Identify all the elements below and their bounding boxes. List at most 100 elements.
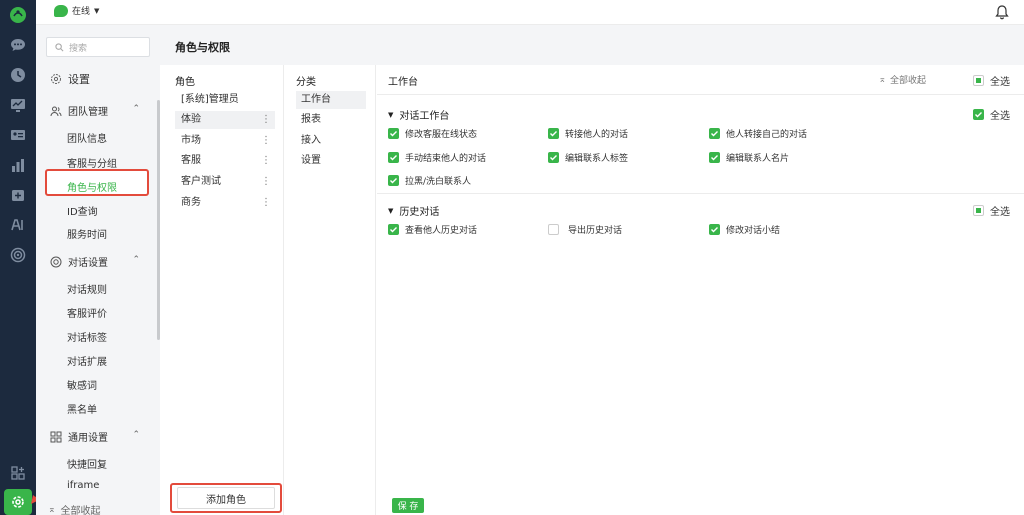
main-area: 角色与权限 角色 [系统]管理员 体验 ⋮ 市场 ⋮ 客服 ⋮ 客户测试 ⋮ 商务 ⋮ 添… — [160, 25, 1024, 515]
caret-down-icon: ▼ — [94, 6, 100, 15]
section-select-all[interactable]: 全选 — [973, 107, 1010, 122]
more-vertical-icon[interactable]: ⋮ — [261, 111, 271, 129]
bell-icon[interactable] — [994, 4, 1010, 20]
menu-item-roles-permissions[interactable]: 角色与权限 — [67, 179, 117, 194]
menu-item-iframe[interactable]: iframe — [67, 480, 99, 491]
group-team-management[interactable]: 团队管理 ⌃ — [50, 103, 140, 118]
option-checkbox[interactable] — [548, 152, 559, 163]
chat-icon[interactable] — [9, 36, 27, 54]
role-item[interactable]: 市场 ⋮ — [175, 132, 275, 150]
option-checkbox[interactable] — [388, 224, 399, 235]
category-workbench[interactable]: 工作台 — [296, 91, 366, 109]
menu-item-sensitive-words[interactable]: 敏感词 — [67, 377, 97, 392]
contact-card-icon[interactable] — [9, 126, 27, 144]
collapse-all-label: 全部收起 — [889, 76, 926, 86]
save-button[interactable]: 保 存 — [392, 498, 424, 513]
option-checkbox[interactable] — [548, 224, 559, 235]
permission-option[interactable]: 手动结束他人的对话 — [388, 151, 486, 164]
option-checkbox[interactable] — [709, 224, 720, 235]
menu-item-blacklist[interactable]: 黑名单 — [67, 401, 97, 416]
section-select-all[interactable]: 全选 — [973, 203, 1010, 218]
chevron-up-icon: ⌃ — [132, 430, 140, 440]
save-bar: 保 存 — [376, 495, 1024, 515]
role-label: 市场 — [181, 135, 201, 146]
history-icon[interactable] — [9, 66, 27, 84]
group-general-settings[interactable]: 通用设置 ⌃ — [50, 429, 140, 444]
ai-icon[interactable] — [9, 216, 27, 234]
add-role-button[interactable]: 添加角色 — [177, 487, 275, 509]
permission-option[interactable]: 修改对话小结 — [709, 223, 780, 236]
menu-item-quick-replies[interactable]: 快捷回复 — [67, 456, 107, 471]
apps-icon[interactable] — [9, 464, 27, 482]
logo-icon — [9, 6, 27, 24]
select-all-top[interactable]: 全选 — [973, 73, 1010, 88]
top-bar: 在线 ▼ — [36, 0, 1024, 25]
page-title: 角色与权限 — [175, 41, 230, 54]
online-status[interactable]: 在线 ▼ — [54, 4, 99, 17]
settings-title: 设置 — [50, 71, 90, 87]
option-checkbox[interactable] — [548, 128, 559, 139]
option-checkbox[interactable] — [709, 128, 720, 139]
settings-title-label: 设置 — [68, 73, 90, 86]
roles-header: 角色 — [175, 77, 195, 88]
permission-option[interactable]: 他人转接自己的对话 — [709, 127, 807, 140]
option-checkbox[interactable] — [388, 152, 399, 163]
more-vertical-icon[interactable]: ⋮ — [261, 194, 271, 212]
more-vertical-icon[interactable]: ⋮ — [261, 132, 271, 150]
more-vertical-icon[interactable]: ⋮ — [261, 173, 271, 191]
option-checkbox[interactable] — [709, 152, 720, 163]
monitor-icon[interactable] — [9, 96, 27, 114]
search-input[interactable]: 搜索 — [46, 37, 150, 57]
more-vertical-icon[interactable]: ⋮ — [261, 152, 271, 170]
add-note-icon[interactable] — [9, 186, 27, 204]
add-role-highlight: 添加角色 — [170, 483, 282, 513]
collapse-all-menu[interactable]: ⌅ 全部收起 — [48, 502, 101, 515]
role-item[interactable]: 商务 ⋮ — [175, 194, 275, 212]
menu-item-agents-groups[interactable]: 客服与分组 — [67, 155, 117, 170]
group-label: 通用设置 — [68, 433, 108, 444]
group-conversation-settings[interactable]: 对话设置 ⌃ — [50, 254, 140, 269]
menu-item-conversation-ext[interactable]: 对话扩展 — [67, 353, 107, 368]
collapse-all-button[interactable]: ⌅ 全部收起 — [878, 73, 926, 87]
section-select-all-checkbox[interactable] — [973, 109, 984, 120]
permission-option[interactable]: 编辑联系人名片 — [709, 151, 789, 164]
report-icon[interactable] — [9, 156, 27, 174]
role-item[interactable]: [系统]管理员 — [175, 91, 275, 109]
menu-item-conversation-rules[interactable]: 对话规则 — [67, 281, 107, 296]
permission-option[interactable]: 拉黑/洗白联系人 — [388, 174, 471, 187]
option-checkbox[interactable] — [388, 175, 399, 186]
option-checkbox[interactable] — [388, 128, 399, 139]
role-item[interactable]: 客户测试 ⋮ — [175, 173, 275, 191]
menu-item-conversation-tags[interactable]: 对话标签 — [67, 329, 107, 344]
category-settings[interactable]: 设置 — [296, 152, 366, 170]
menu-item-team-info[interactable]: 团队信息 — [67, 130, 107, 145]
gear-icon — [51, 74, 61, 84]
category-reports[interactable]: 报表 — [296, 111, 366, 129]
caret-down-icon: ▼ — [388, 206, 394, 215]
permission-option[interactable]: 修改客服在线状态 — [388, 127, 477, 140]
target-icon[interactable] — [9, 246, 27, 264]
option-label: 修改对话小结 — [726, 226, 781, 236]
settings-gear-icon[interactable] — [9, 493, 27, 511]
permission-option[interactable]: 转接他人的对话 — [548, 127, 628, 140]
option-label: 手动结束他人的对话 — [405, 154, 487, 164]
chevron-up-icon: ⌃ — [132, 104, 140, 114]
categories-header: 分类 — [296, 77, 316, 88]
menu-item-service-hours[interactable]: 服务时间 — [67, 226, 107, 241]
content-panel: 角色 [系统]管理员 体验 ⋮ 市场 ⋮ 客服 ⋮ 客户测试 ⋮ 商务 ⋮ 添加角色 分类… — [160, 65, 1024, 515]
permission-option[interactable]: 查看他人历史对话 — [388, 223, 477, 236]
permission-option[interactable]: 导出历史对话 — [548, 223, 622, 236]
permission-option[interactable]: 编辑联系人标签 — [548, 151, 628, 164]
option-label: 导出历史对话 — [568, 226, 623, 236]
section-conversation-workbench[interactable]: ▼ 对话工作台 — [388, 107, 449, 123]
menu-item-id-lookup[interactable]: ID查询 — [67, 203, 98, 218]
select-all-checkbox[interactable] — [973, 75, 984, 86]
menu-item-agent-rating[interactable]: 客服评价 — [67, 305, 107, 320]
section-select-all-checkbox[interactable] — [973, 205, 984, 216]
permissions-panel: 工作台 ⌅ 全部收起 全选 ▼ 对话工作台 全选 修改客服在线状态 转接他人的对… — [377, 65, 1024, 515]
category-access[interactable]: 接入 — [296, 132, 366, 150]
role-item[interactable]: 体验 ⋮ — [175, 111, 275, 129]
section-title: 历史对话 — [399, 207, 440, 218]
role-item[interactable]: 客服 ⋮ — [175, 152, 275, 170]
section-history-conversations[interactable]: ▼ 历史对话 — [388, 203, 440, 219]
